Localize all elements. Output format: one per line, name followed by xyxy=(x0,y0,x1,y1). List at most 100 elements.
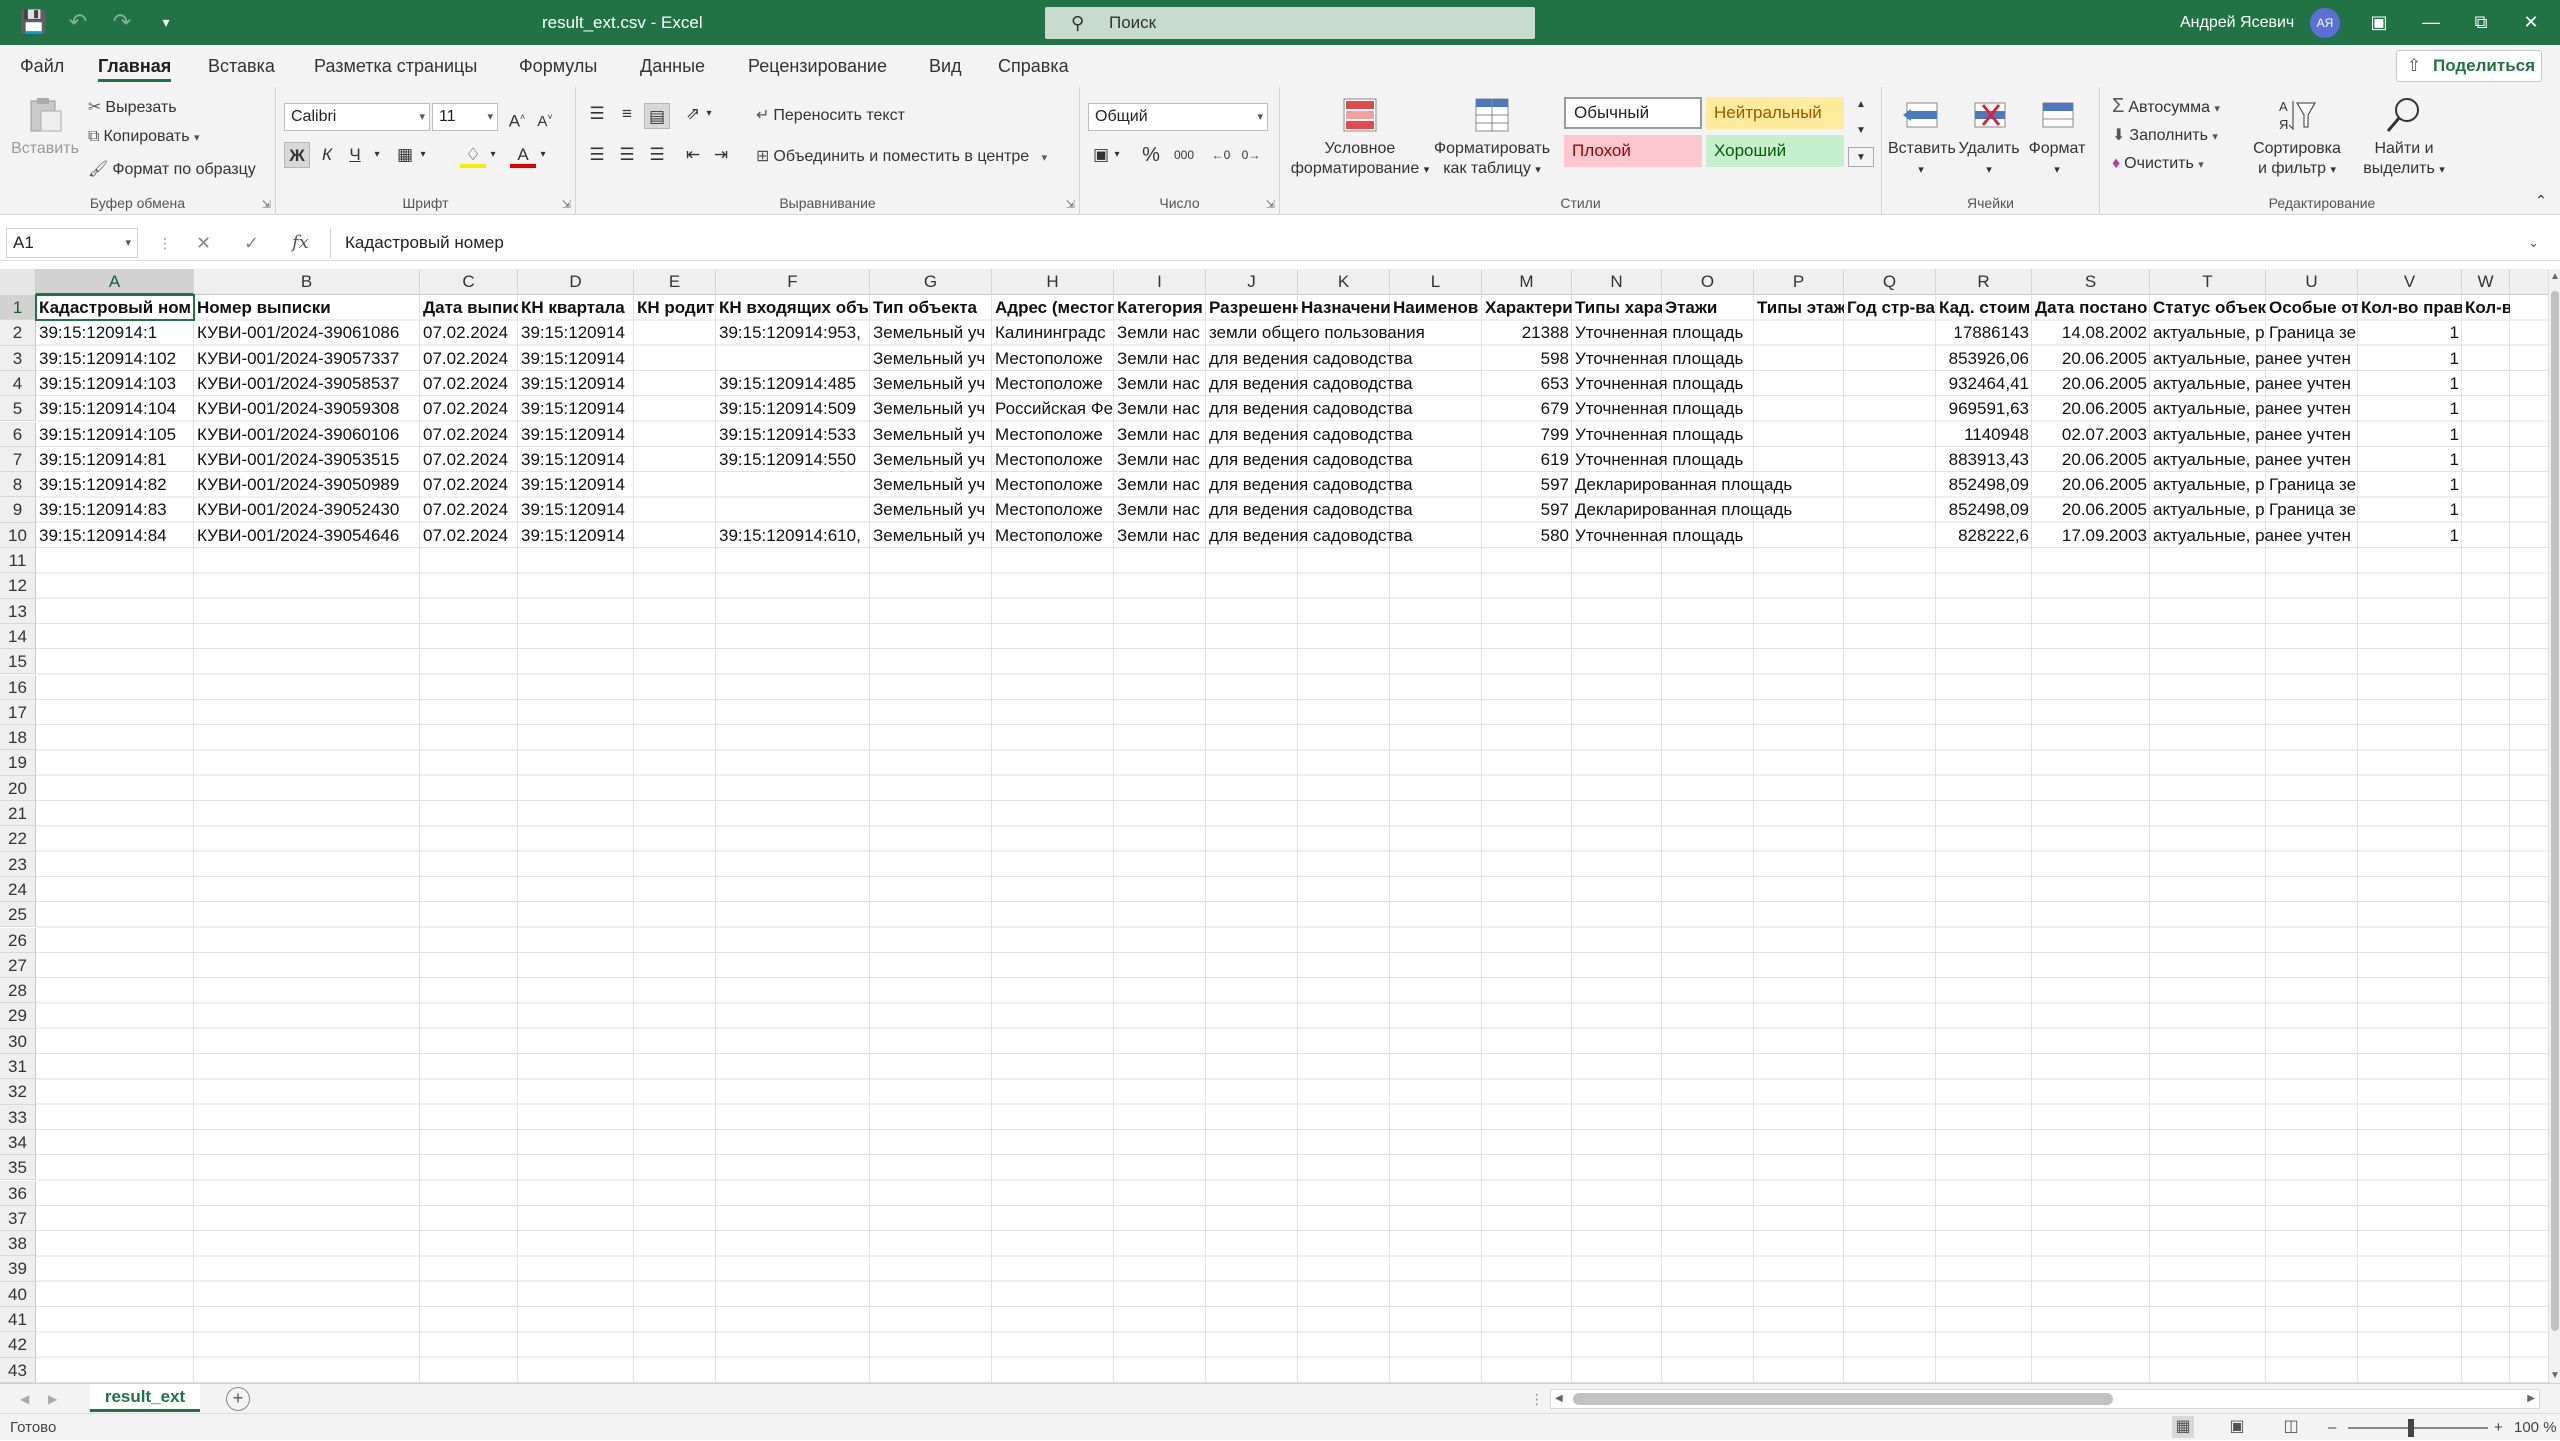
align-middle-icon[interactable]: ≡ xyxy=(614,101,640,127)
table-cell[interactable]: 07.02.2024 xyxy=(420,371,518,396)
dialog-launcher-icon[interactable]: ⇲ xyxy=(1066,198,1075,211)
table-cell[interactable]: 39:15:120914:610, xyxy=(716,523,870,548)
table-cell[interactable]: актуальные, ранее учтен xyxy=(2150,447,2358,472)
table-cell[interactable]: 852498,09 xyxy=(1936,472,2032,497)
table-cell[interactable]: для ведения садоводства xyxy=(1206,472,1482,497)
next-sheet-icon[interactable]: ▶ xyxy=(48,1384,57,1414)
table-cell[interactable]: 597 xyxy=(1482,497,1572,522)
table-cell[interactable]: 39:15:120914:104 xyxy=(36,396,194,421)
table-cell[interactable]: 14.08.2002 xyxy=(2032,320,2150,345)
font-color-dropdown-icon[interactable]: ▾ xyxy=(536,142,550,168)
clear-button[interactable]: ♦ Очистить ▾ xyxy=(2112,155,2208,173)
column-header-k[interactable]: K xyxy=(1298,269,1390,295)
table-cell[interactable]: 39:15:120914 xyxy=(518,422,716,447)
page-break-view-icon[interactable]: ◫ xyxy=(2280,1416,2302,1438)
table-cell[interactable]: Декларированная площадь xyxy=(1572,497,1936,522)
table-cell[interactable]: Уточненная площадь xyxy=(1572,396,1936,421)
row-header-1[interactable]: 1 xyxy=(0,295,36,321)
currency-dropdown-icon[interactable]: ▾ xyxy=(1110,142,1124,168)
row-header-41[interactable]: 41 xyxy=(0,1307,36,1333)
tab-review[interactable]: Рецензирование xyxy=(748,45,887,87)
table-cell[interactable]: 799 xyxy=(1482,422,1572,447)
column-header-v[interactable]: V xyxy=(2358,269,2462,295)
zoom-in-button[interactable]: + xyxy=(2494,1414,2503,1441)
more-dots-icon[interactable]: ⋮ xyxy=(158,225,172,261)
add-sheet-button[interactable]: + xyxy=(226,1387,250,1411)
tab-help[interactable]: Справка xyxy=(998,45,1069,87)
table-cell[interactable]: 39:15:120914:105 xyxy=(36,422,194,447)
format-cells-button[interactable]: Формат ▾ xyxy=(2024,95,2090,180)
header-cell[interactable]: Адрес (местог xyxy=(992,295,1114,320)
table-cell[interactable]: Местоположе xyxy=(992,523,1114,548)
header-cell[interactable]: КН родит xyxy=(634,295,716,320)
share-button[interactable]: ⇧ Поделиться xyxy=(2396,50,2542,82)
table-cell[interactable]: 1 xyxy=(2358,497,2462,522)
row-header-7[interactable]: 7 xyxy=(0,446,36,473)
table-cell[interactable]: актуальные, ранее учтен xyxy=(2150,422,2358,447)
scroll-left-icon[interactable]: ◀ xyxy=(1555,1390,1563,1408)
delete-cells-button[interactable]: Удалить ▾ xyxy=(1956,95,2022,180)
dialog-launcher-icon[interactable]: ⇲ xyxy=(562,198,571,211)
ribbon-display-icon[interactable]: ▣ xyxy=(2356,0,2402,45)
table-cell[interactable]: 853926,06 xyxy=(1936,346,2032,371)
header-cell[interactable]: Назначени xyxy=(1298,295,1390,320)
borders-dropdown-icon[interactable]: ▾ xyxy=(416,142,430,168)
header-cell[interactable]: Дата выпис xyxy=(420,295,518,320)
row-header-25[interactable]: 25 xyxy=(0,902,36,928)
table-cell[interactable]: 39:15:120914:81 xyxy=(36,447,194,472)
conditional-formatting-button[interactable]: Условное форматирование ▾ xyxy=(1290,95,1430,180)
table-cell[interactable]: для ведения садоводства xyxy=(1206,523,1482,548)
table-cell[interactable]: 39:15:120914 xyxy=(518,346,870,371)
table-cell[interactable]: Земли нас xyxy=(1114,497,1206,522)
font-name-select[interactable]: Calibri ▾ xyxy=(284,103,430,131)
table-cell[interactable]: 653 xyxy=(1482,371,1572,396)
table-cell[interactable]: Граница зе xyxy=(2266,497,2358,522)
column-header-l[interactable]: L xyxy=(1390,269,1482,295)
save-icon[interactable]: 💾 xyxy=(20,8,48,36)
row-header-29[interactable]: 29 xyxy=(0,1003,36,1029)
column-header-g[interactable]: G xyxy=(870,269,992,295)
table-cell[interactable]: Граница зе xyxy=(2266,472,2358,497)
row-header-14[interactable]: 14 xyxy=(0,623,36,650)
column-header-q[interactable]: Q xyxy=(1844,269,1936,295)
style-bad[interactable]: Плохой xyxy=(1564,135,1702,167)
table-cell[interactable]: 39:15:120914:533 xyxy=(716,422,870,447)
table-cell[interactable]: 39:15:120914:102 xyxy=(36,346,194,371)
chevron-down-icon[interactable]: ▾ xyxy=(125,229,131,257)
table-cell[interactable]: Граница зе xyxy=(2266,320,2358,345)
copy-button[interactable]: ⧉ Копировать ▾ xyxy=(88,128,204,146)
increase-decimal-icon[interactable]: ←0 xyxy=(1208,142,1234,168)
close-icon[interactable]: ✕ xyxy=(2508,0,2554,45)
row-header-17[interactable]: 17 xyxy=(0,699,36,726)
table-cell[interactable]: 597 xyxy=(1482,472,1572,497)
table-cell[interactable]: Земельный уч xyxy=(870,523,992,548)
row-header-19[interactable]: 19 xyxy=(0,750,36,776)
format-as-table-button[interactable]: Форматировать как таблицу ▾ xyxy=(1430,95,1554,180)
column-header-i[interactable]: I xyxy=(1114,269,1206,295)
column-header-t[interactable]: T xyxy=(2150,269,2266,295)
merge-center-button[interactable]: ⊞ Объединить и поместить в центре ▾ xyxy=(756,146,1051,166)
table-cell[interactable]: 1 xyxy=(2358,422,2462,447)
table-cell[interactable]: 20.06.2005 xyxy=(2032,346,2150,371)
insert-function-button[interactable]: fx xyxy=(292,225,309,261)
normal-view-icon[interactable]: ▦ xyxy=(2172,1416,2194,1438)
column-header-n[interactable]: N xyxy=(1572,269,1662,295)
cut-button[interactable]: ✂ Вырезать xyxy=(88,97,177,117)
tab-file[interactable]: Файл xyxy=(20,45,64,87)
header-cell[interactable]: Кад. стоим xyxy=(1936,295,2032,320)
table-cell[interactable]: 1 xyxy=(2358,523,2462,548)
table-cell[interactable]: Местоположе xyxy=(992,447,1114,472)
header-cell[interactable]: КН квартала xyxy=(518,295,634,320)
header-cell[interactable]: Кол-во об xyxy=(2462,295,2510,320)
row-header-23[interactable]: 23 xyxy=(0,851,36,877)
formula-input[interactable]: Кадастровый номер xyxy=(330,228,2548,258)
table-cell[interactable]: 828222,6 xyxy=(1936,523,2032,548)
tab-home[interactable]: Главная xyxy=(98,45,172,87)
header-cell[interactable]: Дата постано xyxy=(2032,295,2150,320)
number-format-select[interactable]: Общий ▾ xyxy=(1088,103,1268,131)
row-header-42[interactable]: 42 xyxy=(0,1332,36,1358)
minimize-icon[interactable]: — xyxy=(2408,0,2454,45)
table-cell[interactable]: КУВИ-001/2024-39059308 xyxy=(194,396,420,421)
scroll-up-icon[interactable]: ▲ xyxy=(2549,271,2560,282)
decrease-decimal-icon[interactable]: 0→ xyxy=(1238,142,1264,168)
